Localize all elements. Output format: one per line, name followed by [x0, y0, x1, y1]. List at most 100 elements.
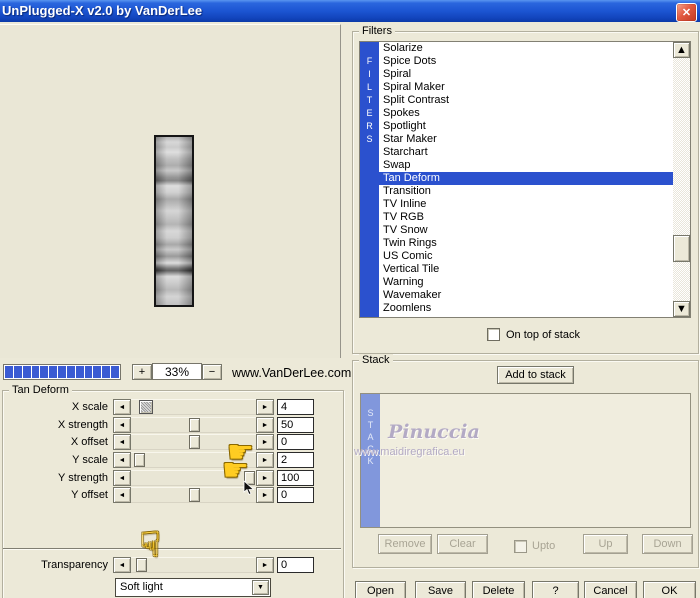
- filter-list-item[interactable]: Zoomlens: [379, 302, 673, 315]
- slider-value-input[interactable]: 4: [277, 399, 314, 415]
- filter-list-item[interactable]: Spotlight: [379, 120, 673, 133]
- slider-left-button[interactable]: ◄: [113, 470, 131, 486]
- cancel-button[interactable]: Cancel: [584, 581, 637, 598]
- slider-value-input[interactable]: 0: [277, 434, 314, 450]
- filter-list-item[interactable]: Starchart: [379, 146, 673, 159]
- slider-right-button[interactable]: ►: [256, 452, 274, 468]
- filter-list-item[interactable]: Vertical Tile: [379, 263, 673, 276]
- slider-track[interactable]: [131, 417, 256, 433]
- save-button[interactable]: Save: [415, 581, 466, 598]
- filter-list-item[interactable]: Twin Rings: [379, 237, 673, 250]
- slider-thumb[interactable]: [133, 453, 145, 467]
- blend-mode-select[interactable]: Soft light ▼: [115, 578, 271, 597]
- help-label: ?: [552, 585, 559, 597]
- slider-value-input[interactable]: 100: [277, 470, 314, 486]
- slider-right-button[interactable]: ►: [256, 399, 274, 415]
- transparency-value-input[interactable]: 0: [277, 557, 314, 573]
- on-top-of-stack-checkbox[interactable]: [487, 328, 500, 341]
- zoom-out-button[interactable]: −: [202, 364, 222, 380]
- stack-list[interactable]: STACK: [360, 393, 691, 528]
- preview-panel[interactable]: [0, 24, 341, 358]
- filter-list-item[interactable]: Tan Deform: [379, 172, 673, 185]
- filter-list-scrollbar[interactable]: ▲ ▼: [673, 42, 690, 317]
- zoom-in-button[interactable]: +: [132, 364, 152, 380]
- title-bar[interactable]: UnPlugged-X v2.0 by VanDerLee ✕: [0, 0, 700, 22]
- arrow-left-icon: ◄: [118, 491, 126, 499]
- filter-list-item[interactable]: Swap: [379, 159, 673, 172]
- filter-list-item[interactable]: Spiral: [379, 68, 673, 81]
- arrow-right-icon: ►: [261, 456, 269, 464]
- filter-list[interactable]: FILTERS Solarize Spice Dots Spiral Spiral M…: [359, 41, 691, 318]
- filters-group-label: Filters: [359, 25, 395, 37]
- slider-row-x-offset: X offset ◄ ► 0: [0, 434, 340, 450]
- filter-list-item[interactable]: TV Snow: [379, 224, 673, 237]
- delete-button[interactable]: Delete: [472, 581, 525, 598]
- slider-right-button[interactable]: ►: [256, 434, 274, 450]
- website-link[interactable]: www.VanDerLee.com: [232, 366, 351, 380]
- scrollbar-track[interactable]: [673, 58, 690, 301]
- filter-list-item[interactable]: Star Maker: [379, 133, 673, 146]
- filter-list-item[interactable]: Solarize: [379, 42, 673, 55]
- slider-track[interactable]: [131, 399, 256, 415]
- slider-thumb[interactable]: [188, 418, 200, 432]
- zoom-level-display: 33%: [152, 363, 202, 380]
- combo-dropdown-button[interactable]: ▼: [252, 580, 269, 595]
- up-button[interactable]: Up: [583, 534, 628, 554]
- slider-track[interactable]: [131, 487, 256, 503]
- close-button[interactable]: ✕: [676, 3, 697, 22]
- slider-left-button[interactable]: ◄: [113, 452, 131, 468]
- add-to-stack-button[interactable]: Add to stack: [497, 366, 574, 384]
- slider-left-button[interactable]: ◄: [113, 487, 131, 503]
- preview-image: [154, 135, 194, 307]
- slider-thumb[interactable]: [188, 435, 200, 449]
- filter-list-item[interactable]: US Comic: [379, 250, 673, 263]
- open-button[interactable]: Open: [355, 581, 406, 598]
- slider-value-input[interactable]: 50: [277, 417, 314, 433]
- slider-thumb[interactable]: [138, 400, 153, 414]
- slider-row-y-offset: Y offset ◄ ► 0: [0, 487, 340, 503]
- strip-letter: F: [366, 56, 373, 66]
- slider-left-button[interactable]: ◄: [113, 434, 131, 450]
- down-label: Down: [653, 538, 682, 550]
- strip-letter: R: [366, 121, 373, 131]
- upto-checkbox[interactable]: [514, 540, 527, 553]
- filter-list-item[interactable]: Wavemaker: [379, 289, 673, 302]
- strip-letter: S: [366, 134, 373, 144]
- slider-value-input[interactable]: 2: [277, 452, 314, 468]
- slider-left-button[interactable]: ◄: [113, 557, 131, 573]
- plus-icon: +: [138, 366, 146, 378]
- filter-list-item[interactable]: TV RGB: [379, 211, 673, 224]
- scroll-up-button[interactable]: ▲: [673, 42, 690, 58]
- scroll-down-button[interactable]: ▼: [673, 301, 690, 317]
- filter-list-item[interactable]: Spice Dots: [379, 55, 673, 68]
- filter-list-item[interactable]: Split Contrast: [379, 94, 673, 107]
- filter-list-item[interactable]: Transition: [379, 185, 673, 198]
- slider-left-button[interactable]: ◄: [113, 417, 131, 433]
- section-divider: [3, 548, 341, 550]
- slider-row-y-strength: Y strength ◄ ► 100: [0, 470, 340, 486]
- slider-thumb[interactable]: [188, 488, 200, 502]
- help-button[interactable]: ?: [532, 581, 579, 598]
- ok-button[interactable]: OK: [643, 581, 696, 598]
- slider-right-button[interactable]: ►: [256, 487, 274, 503]
- slider-right-button[interactable]: ►: [256, 417, 274, 433]
- arrow-left-icon: ◄: [118, 474, 126, 482]
- slider-left-button[interactable]: ◄: [113, 399, 131, 415]
- progress-segment: [93, 366, 102, 378]
- slider-value-input[interactable]: 0: [277, 487, 314, 503]
- slider-label: X offset: [70, 436, 108, 448]
- scrollbar-thumb[interactable]: [673, 235, 690, 262]
- filter-list-item[interactable]: Spiral Maker: [379, 81, 673, 94]
- filter-list-item[interactable]: Warning: [379, 276, 673, 289]
- clear-button[interactable]: Clear: [437, 534, 488, 554]
- slider-right-button[interactable]: ►: [256, 470, 274, 486]
- filter-list-item[interactable]: Spokes: [379, 107, 673, 120]
- filter-list-item[interactable]: TV Inline: [379, 198, 673, 211]
- save-label: Save: [427, 585, 454, 597]
- down-button[interactable]: Down: [642, 534, 693, 554]
- slider-right-button[interactable]: ►: [256, 557, 274, 573]
- stack-group-label: Stack: [359, 354, 393, 366]
- progress-segment: [31, 366, 40, 378]
- progress-segment: [13, 366, 22, 378]
- remove-button[interactable]: Remove: [378, 534, 432, 554]
